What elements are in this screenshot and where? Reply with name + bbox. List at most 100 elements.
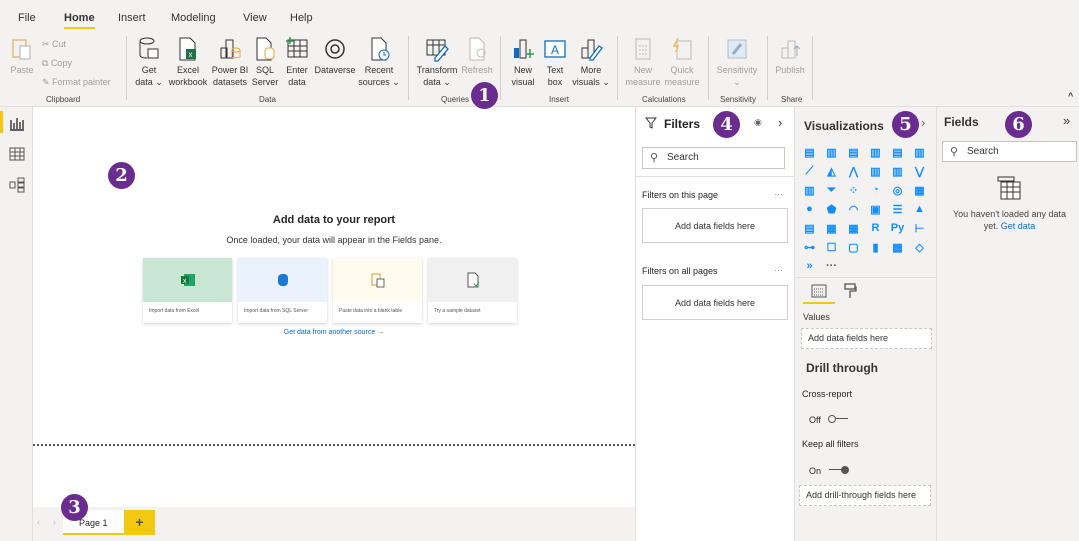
sql-server-button[interactable]: SQL Server: [251, 36, 279, 88]
import-excel-card[interactable]: x Import data from Excel: [143, 258, 232, 323]
visual-type-icon[interactable]: ▥: [868, 164, 883, 178]
visual-type-icon[interactable]: Py: [890, 221, 905, 235]
text-box-button[interactable]: A Text box: [541, 36, 569, 88]
fields-search-input[interactable]: ⚲ Search: [942, 141, 1077, 162]
visual-type-icon[interactable]: ◭: [824, 164, 839, 178]
visual-type-icon[interactable]: ▦: [824, 221, 839, 235]
visual-type-icon[interactable]: ▤: [846, 145, 861, 159]
power-bi-datasets-button[interactable]: Power BI datasets: [210, 36, 250, 88]
collapse-fields-icon[interactable]: »: [1063, 113, 1070, 128]
format-painter-button[interactable]: ✎ Format painter: [42, 77, 111, 88]
visual-type-icon[interactable]: ⏷: [824, 183, 839, 197]
visual-type-icon[interactable]: ▦: [846, 221, 861, 235]
new-measure-button[interactable]: New measure: [624, 36, 662, 88]
visual-type-icon[interactable]: ▤: [802, 145, 817, 159]
dataverse-button[interactable]: Dataverse: [313, 36, 357, 76]
visual-type-icon[interactable]: R: [868, 221, 883, 235]
publish-button[interactable]: Publish: [772, 36, 808, 76]
cut-button[interactable]: ✂ Cut: [42, 39, 66, 50]
page-filters-dropzone[interactable]: Add data fields here: [642, 208, 788, 243]
menu-insert[interactable]: Insert: [118, 12, 146, 24]
visual-type-icon[interactable]: ◎: [890, 183, 905, 197]
menu-home[interactable]: Home: [64, 12, 95, 29]
quick-measure-button[interactable]: Quick measure: [663, 36, 701, 88]
report-view-icon[interactable]: [8, 115, 26, 131]
fields-pane: Fields » ⚲ Search You haven't loaded any …: [937, 107, 1079, 541]
menu-modeling[interactable]: Modeling: [171, 12, 216, 24]
visual-type-icon[interactable]: ···: [824, 259, 839, 273]
more-options-icon[interactable]: ···: [774, 265, 783, 275]
divider: [500, 36, 501, 100]
visual-type-icon[interactable]: ▣: [868, 202, 883, 216]
transform-data-button[interactable]: Transform data ⌄: [414, 36, 460, 88]
visual-type-icon[interactable]: ◇: [912, 240, 927, 254]
visual-type-icon[interactable]: ⟋: [802, 164, 817, 178]
visual-type-icon[interactable]: ▥: [802, 183, 817, 197]
get-data-link[interactable]: Get data: [1001, 221, 1036, 231]
visual-type-icon[interactable]: »: [802, 259, 817, 273]
paste-button[interactable]: Paste: [8, 36, 36, 76]
visual-type-icon[interactable]: ▥: [912, 145, 927, 159]
new-visual-button[interactable]: New visual: [509, 36, 537, 88]
keep-all-filters-toggle[interactable]: On: [809, 461, 850, 479]
cross-report-toggle[interactable]: Off: [809, 410, 849, 428]
search-icon: ⚲: [950, 146, 959, 158]
visual-type-icon[interactable]: ⬟: [824, 202, 839, 216]
next-page-icon[interactable]: ›: [53, 517, 56, 527]
visual-type-icon[interactable]: ▲: [912, 202, 927, 216]
enter-data-button[interactable]: Enter data: [283, 36, 311, 88]
visual-type-icon[interactable]: ◔: [868, 183, 883, 197]
values-dropzone[interactable]: Add data fields here: [801, 328, 932, 349]
get-data-other-source-link[interactable]: Get data from another source →: [33, 329, 635, 336]
visual-type-icon[interactable]: ▥: [868, 145, 883, 159]
visual-type-icon[interactable]: ⁘: [846, 183, 861, 197]
prev-page-icon[interactable]: ‹: [37, 517, 40, 527]
collapse-ribbon-icon[interactable]: ^: [1068, 91, 1073, 101]
visual-type-icon[interactable]: ☐: [824, 240, 839, 254]
data-view-icon[interactable]: [8, 146, 26, 162]
visual-type-icon[interactable]: ▤: [890, 145, 905, 159]
visual-type-icon[interactable]: ▩: [890, 240, 905, 254]
all-pages-filters-dropzone[interactable]: Add data fields here: [642, 285, 788, 320]
visual-type-icon[interactable]: ▤: [802, 221, 817, 235]
fields-build-icon[interactable]: [811, 284, 827, 298]
menu-view[interactable]: View: [243, 12, 267, 24]
visual-type-icon[interactable]: ◠: [846, 202, 861, 216]
recent-sources-button[interactable]: Recent sources ⌄: [358, 36, 400, 88]
drill-through-dropzone[interactable]: Add drill-through fields here: [799, 485, 931, 506]
dataverse-icon: [325, 39, 345, 59]
more-visuals-button[interactable]: More visuals ⌄: [572, 36, 610, 88]
refresh-button[interactable]: Refresh: [461, 36, 493, 76]
visual-type-icon[interactable]: ☰: [890, 202, 905, 216]
excel-workbook-button[interactable]: x Excel workbook: [166, 36, 210, 88]
visual-type-icon[interactable]: ▦: [912, 183, 927, 197]
visual-type-icon[interactable]: ▥: [824, 145, 839, 159]
callout-badge-2: 2: [108, 162, 135, 189]
sensitivity-button[interactable]: Sensitivity ⌄: [713, 36, 761, 88]
get-data-button[interactable]: Get data ⌄: [135, 36, 163, 88]
active-indicator: [0, 111, 3, 133]
visual-type-icon[interactable]: ⊢: [912, 221, 927, 235]
menu-help[interactable]: Help: [290, 12, 313, 24]
visual-type-icon[interactable]: ⊶: [802, 240, 817, 254]
import-sql-card[interactable]: Import data from SQL Server: [238, 258, 327, 323]
visual-type-icon[interactable]: ▢: [846, 240, 861, 254]
paste-data-card[interactable]: Paste data into a blank table: [333, 258, 422, 323]
filters-search-input[interactable]: ⚲ Search: [642, 147, 785, 169]
menu-file[interactable]: File: [18, 12, 36, 24]
collapse-visualizations-icon[interactable]: ›: [921, 115, 925, 130]
more-options-icon[interactable]: ···: [774, 189, 783, 199]
values-label: Values: [803, 312, 830, 322]
format-paint-roller-icon[interactable]: [843, 283, 857, 299]
visual-type-icon[interactable]: ▥: [890, 164, 905, 178]
copy-button[interactable]: ⧉ Copy: [42, 58, 72, 69]
visual-type-icon[interactable]: ▮: [868, 240, 883, 254]
visual-type-icon[interactable]: ⋀: [846, 164, 861, 178]
visual-type-icon[interactable]: ●: [802, 202, 817, 216]
eye-icon[interactable]: ◉: [754, 117, 762, 128]
collapse-filters-icon[interactable]: ›: [778, 115, 782, 130]
add-page-button[interactable]: +: [124, 510, 155, 535]
sample-dataset-card[interactable]: Try a sample dataset: [428, 258, 517, 323]
visual-type-icon[interactable]: ⋁: [912, 164, 927, 178]
model-view-icon[interactable]: [8, 177, 26, 193]
